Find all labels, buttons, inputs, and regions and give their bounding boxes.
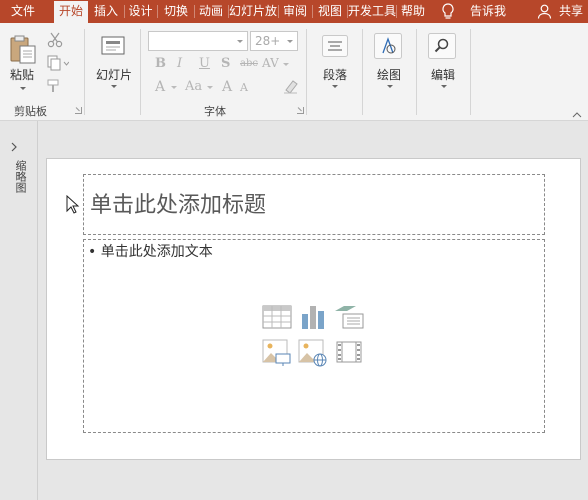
- paragraph-icon[interactable]: [322, 35, 348, 60]
- expand-pane-chevron-icon[interactable]: [10, 141, 18, 155]
- cut-icon[interactable]: [47, 32, 63, 51]
- thumbnail-pane-label[interactable]: 缩略图: [13, 160, 27, 193]
- format-painter-icon[interactable]: [47, 79, 63, 96]
- editing-label[interactable]: 编辑: [424, 66, 462, 83]
- ribbon: 粘贴 剪贴板 幻灯片 28+ B I U S abc AV A Aa A A 字…: [0, 23, 588, 121]
- change-case-dropdown[interactable]: [207, 86, 213, 89]
- insert-smartart-icon[interactable]: [334, 303, 364, 331]
- drawing-dropdown[interactable]: [387, 85, 393, 88]
- character-spacing-button[interactable]: AV: [262, 56, 279, 70]
- mouse-pointer-icon: [66, 194, 80, 218]
- tab-design[interactable]: 设计: [125, 0, 156, 23]
- title-placeholder-text: 单击此处添加标题: [90, 193, 267, 218]
- clipboard-dialog-launcher[interactable]: [75, 107, 82, 114]
- change-case-button[interactable]: Aa: [185, 79, 202, 94]
- character-spacing-dropdown[interactable]: [283, 63, 289, 66]
- drawing-shapes-icon[interactable]: [374, 33, 402, 62]
- tab-review[interactable]: 审阅: [279, 0, 311, 23]
- lightbulb-icon[interactable]: [441, 3, 455, 23]
- ribbon-tab-bar: 文件 开始 插入 设计 切换 动画 幻灯片放 审阅 视图 开发工具 帮助 告诉我…: [0, 0, 588, 23]
- insert-table-icon[interactable]: [262, 303, 292, 331]
- copy-icon[interactable]: [47, 55, 70, 74]
- insert-chart-icon[interactable]: [298, 303, 328, 331]
- tab-help[interactable]: 帮助: [397, 0, 429, 23]
- paragraph-label[interactable]: 段落: [316, 66, 354, 83]
- font-dialog-launcher[interactable]: [297, 107, 304, 114]
- italic-button[interactable]: I: [177, 56, 182, 71]
- paste-label[interactable]: 粘贴: [8, 66, 36, 83]
- editing-search-icon[interactable]: [428, 33, 456, 62]
- underline-button[interactable]: U: [199, 56, 210, 71]
- collapse-ribbon-icon[interactable]: [572, 107, 582, 121]
- insert-video-icon[interactable]: [334, 338, 364, 366]
- paragraph-dropdown[interactable]: [332, 85, 338, 88]
- paste-icon[interactable]: [9, 35, 37, 68]
- tab-insert[interactable]: 插入: [89, 0, 123, 23]
- insert-picture-icon[interactable]: [262, 338, 292, 366]
- font-color-dropdown[interactable]: [171, 86, 177, 89]
- tab-developer[interactable]: 开发工具: [348, 0, 396, 23]
- font-name-select[interactable]: [148, 31, 248, 51]
- font-color-button[interactable]: A: [155, 79, 165, 95]
- slide-canvas: 单击此处添加标题 • 单击此处添加文本: [46, 158, 581, 460]
- new-slide-dropdown[interactable]: [111, 85, 117, 88]
- drawing-label[interactable]: 绘图: [370, 66, 408, 83]
- share-person-icon[interactable]: [537, 4, 552, 22]
- tab-home[interactable]: 开始: [54, 1, 88, 23]
- content-placeholder[interactable]: • 单击此处添加文本: [83, 239, 545, 433]
- share-button[interactable]: 共享: [554, 0, 588, 23]
- new-slide-label[interactable]: 幻灯片: [94, 66, 134, 83]
- insert-online-picture-icon[interactable]: [298, 338, 328, 367]
- paste-dropdown[interactable]: [20, 87, 26, 90]
- thumbnail-pane: 缩略图: [0, 121, 38, 500]
- increase-font-button[interactable]: A: [222, 79, 232, 95]
- shadow-button[interactable]: S: [221, 56, 230, 71]
- bold-button[interactable]: B: [155, 56, 166, 71]
- title-placeholder[interactable]: 单击此处添加标题: [83, 174, 545, 235]
- clipboard-group-label: 剪贴板: [14, 105, 47, 118]
- tab-view[interactable]: 视图: [313, 0, 347, 23]
- new-slide-icon[interactable]: [101, 36, 125, 59]
- tab-animations[interactable]: 动画: [195, 0, 227, 23]
- strikethrough-button[interactable]: abc: [240, 58, 258, 69]
- content-placeholder-text: • 单击此处添加文本: [88, 244, 213, 260]
- editing-dropdown[interactable]: [441, 85, 447, 88]
- tab-file[interactable]: 文件: [0, 0, 46, 23]
- clear-formatting-icon[interactable]: [283, 78, 299, 97]
- decrease-font-button[interactable]: A: [240, 81, 248, 94]
- font-size-select[interactable]: 28+: [250, 31, 298, 51]
- tab-slideshow[interactable]: 幻灯片放: [229, 0, 277, 23]
- font-group-label: 字体: [204, 105, 226, 118]
- tab-transitions[interactable]: 切换: [158, 0, 194, 23]
- tell-me-box[interactable]: 告诉我: [466, 0, 510, 23]
